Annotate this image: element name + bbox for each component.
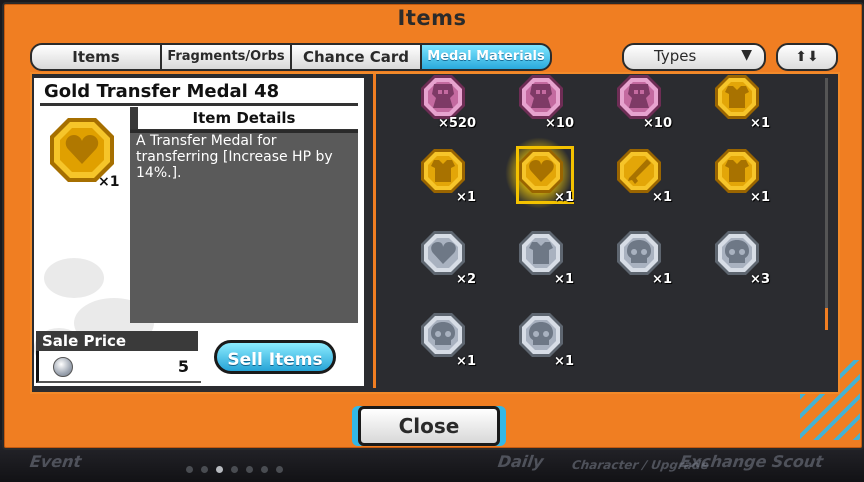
page-dot-active [216,466,223,473]
medal-slot[interactable]: ×1 [592,142,682,222]
medal-slot[interactable]: ×1 [396,142,486,222]
page-dot [201,466,208,473]
medal-slot[interactable]: ×1 [690,74,780,148]
medal-quantity: ×1 [750,116,770,131]
category-tabs: Items Fragments/Orbs Chance Card Medal M… [30,43,552,71]
sell-items-button[interactable]: Sell Items [214,340,336,374]
item-details-header: Item Details [130,107,358,131]
types-dropdown[interactable]: Types ▼ [622,43,766,71]
medal-quantity: ×10 [643,116,672,131]
medal-slot[interactable]: ×2 [396,224,486,304]
medal-quantity: ×1 [554,354,574,369]
medal-slot[interactable]: ×1 [396,306,486,386]
sale-price-box: 5 [36,351,201,383]
sort-arrows-icon: ⬆⬇ [795,49,819,65]
tab-items[interactable]: Items [30,43,162,71]
medal-slot[interactable]: ×520 [396,74,486,148]
medal-slot[interactable]: ×1 [690,142,780,222]
scrollbar-track[interactable] [825,78,828,328]
tab-medal-materials[interactable]: Medal Materials [420,43,552,71]
tab-chance-card[interactable]: Chance Card [290,43,422,71]
page-dot [261,466,268,473]
bg-nav-daily: Daily [496,452,545,471]
bg-nav-exchange: Exchange [678,452,768,471]
page-dot [246,466,253,473]
medal-slot[interactable]: ×1 [494,306,584,386]
medal-quantity: ×2 [456,272,476,287]
divider [40,103,358,106]
types-dropdown-label: Types [654,47,697,65]
page-dot [231,466,238,473]
close-button[interactable]: Close [358,406,500,446]
medal-slot[interactable]: ×1 [494,136,584,222]
sale-price-value: 5 [177,357,189,376]
coin-icon [53,357,73,377]
tab-fragments-orbs[interactable]: Fragments/Orbs [160,43,292,71]
sale-price-label: Sale Price [36,331,198,351]
medal-quantity: ×1 [652,272,672,287]
medal-quantity: ×3 [750,272,770,287]
medal-quantity: ×1 [554,272,574,287]
page-dot [186,466,193,473]
medal-slot[interactable]: ×1 [494,224,584,304]
bg-nav-event: Event [28,452,83,471]
scrollbar-thumb[interactable] [825,308,828,330]
page-dot [276,466,283,473]
medal-quantity: ×10 [545,116,574,131]
sort-order-button[interactable]: ⬆⬇ [776,43,838,71]
medal-quantity: ×1 [456,354,476,369]
medal-grid: ×520 ×10 ×10 ×1 ×1 ×1 ×1 ×1 ×2 ×1 ×1 ×3 ×1 ×1 [376,74,834,388]
medal-quantity: ×1 [750,190,770,205]
medal-quantity: ×1 [554,190,574,205]
selected-item-name: Gold Transfer Medal 48 [44,81,280,102]
chevron-down-icon: ▼ [741,47,752,63]
medal-quantity: ×1 [456,190,476,205]
medal-quantity: ×520 [437,116,476,131]
item-description: A Transfer Medal for transferring [Incre… [136,133,333,181]
bg-nav-scout: Scout [770,452,825,471]
medal-slot[interactable]: ×10 [592,74,682,148]
medal-quantity: ×1 [652,190,672,205]
medal-slot[interactable]: ×3 [690,224,780,304]
medal-slot[interactable]: ×1 [592,224,682,304]
page-indicator [186,466,283,473]
decorative-splatter [44,258,104,298]
selected-item-quantity: ×1 [98,174,120,190]
dialog-title: Items [397,6,467,30]
